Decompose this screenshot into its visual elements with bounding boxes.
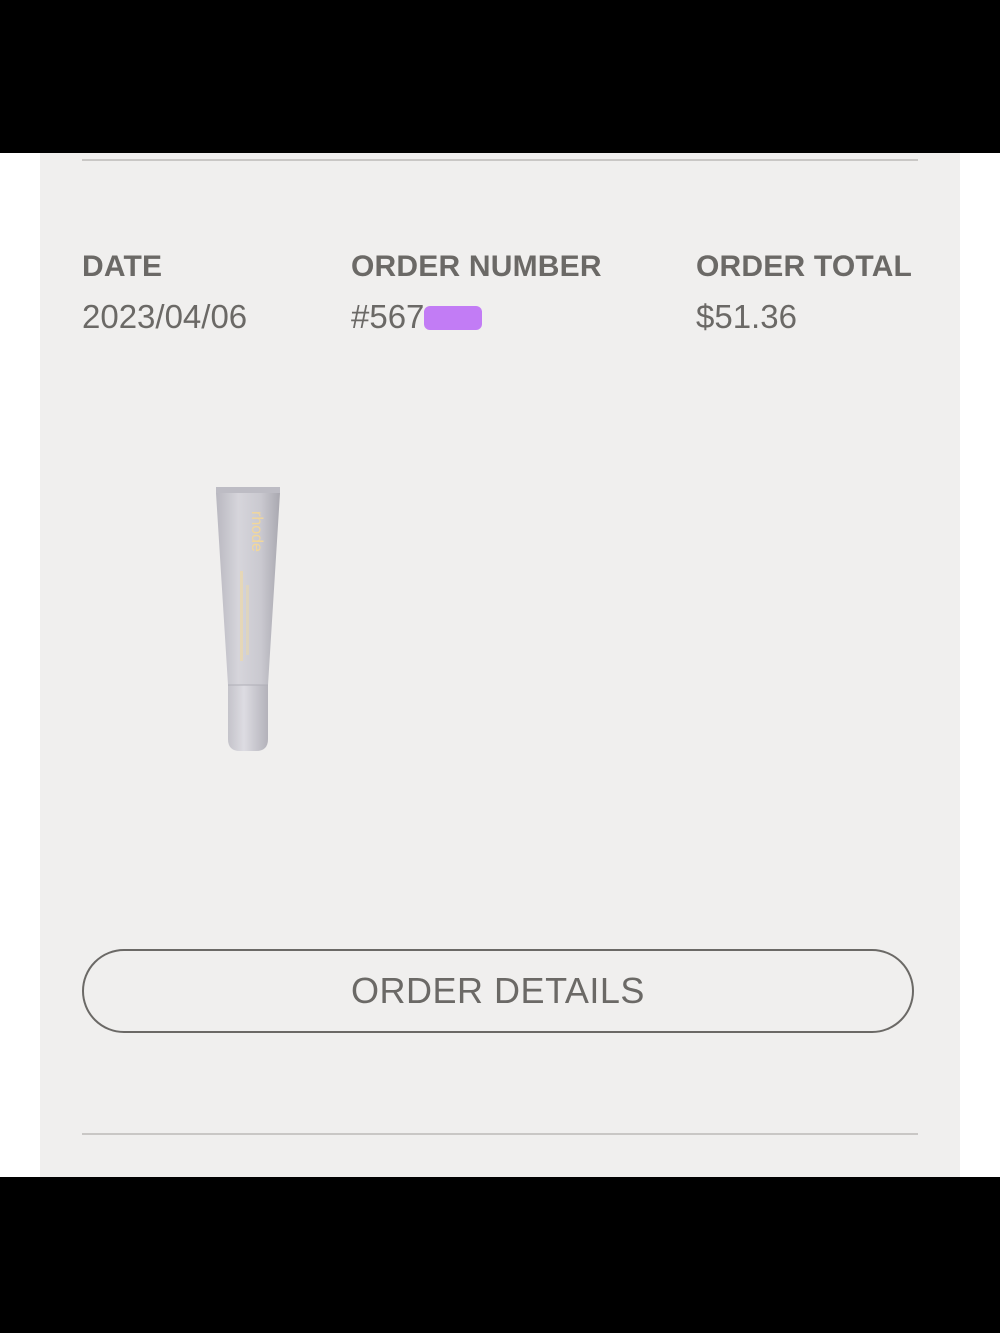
order-card: DATE 2023/04/06 ORDER NUMBER #567 ORDER …: [40, 153, 960, 1177]
order-total-label: ORDER TOTAL: [696, 250, 913, 283]
order-total-value: $51.36: [696, 298, 797, 335]
product-image[interactable]: rhode: [210, 485, 290, 755]
date-label: DATE: [82, 250, 163, 283]
top-black-bar: [0, 0, 1000, 153]
order-details-button[interactable]: ORDER DETAILS: [82, 949, 914, 1033]
top-divider: [82, 159, 918, 161]
order-number-label: ORDER NUMBER: [351, 250, 602, 283]
order-number-value-wrap: #567: [351, 297, 602, 337]
order-date-column: DATE 2023/04/06: [82, 249, 247, 337]
order-total-column: ORDER TOTAL $51.36: [696, 249, 912, 337]
lip-tube-icon: rhode: [216, 487, 280, 751]
order-number-column: ORDER NUMBER #567: [351, 249, 602, 337]
product-brand-text: rhode: [248, 511, 265, 552]
order-number-value: #567: [351, 298, 425, 335]
bottom-divider: [82, 1133, 918, 1135]
redaction-mark: [424, 306, 483, 330]
page: DATE 2023/04/06 ORDER NUMBER #567 ORDER …: [0, 153, 1000, 1177]
bottom-black-bar: [0, 1177, 1000, 1333]
date-value: 2023/04/06: [82, 298, 248, 335]
